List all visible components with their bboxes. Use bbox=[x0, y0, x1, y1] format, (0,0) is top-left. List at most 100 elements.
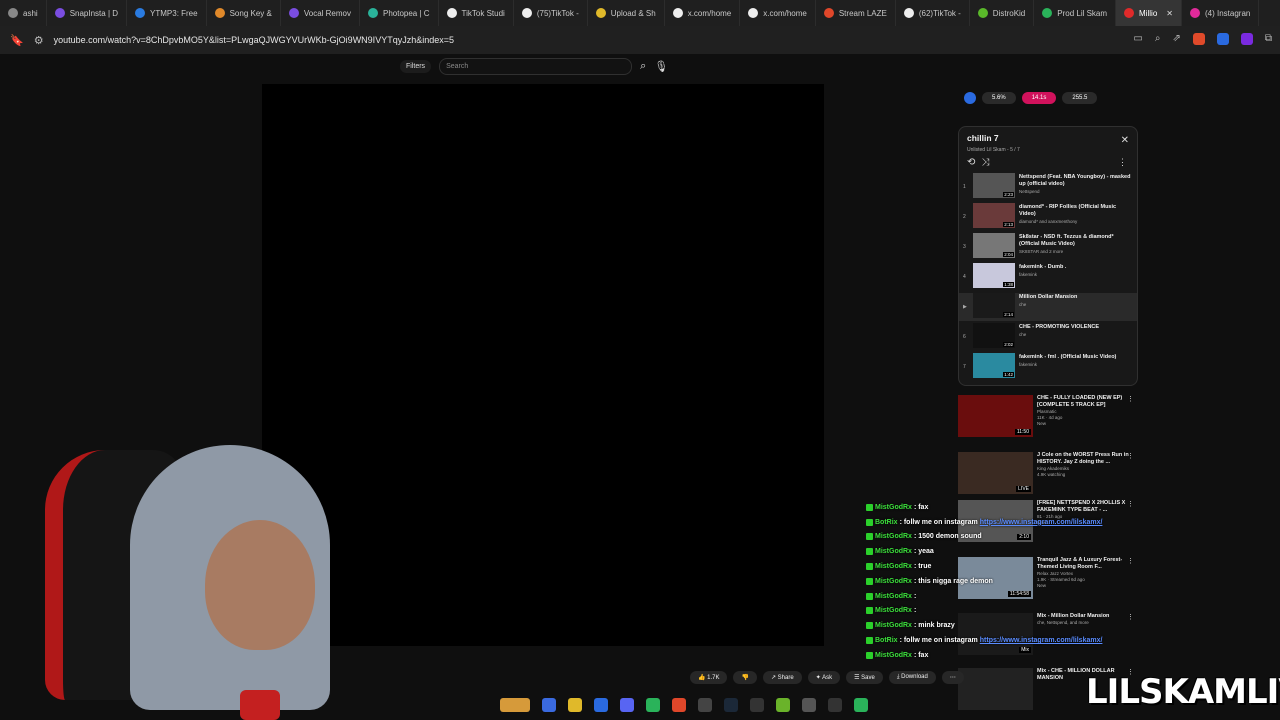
chat-link[interactable]: https://www.instagram.com/lilskamx/ bbox=[980, 637, 1103, 644]
store-icon[interactable] bbox=[594, 698, 608, 712]
taskbar-app-icon[interactable] bbox=[500, 698, 530, 712]
taskbar-app-icon[interactable] bbox=[698, 698, 712, 712]
stream-watermark: LILSKAMLIVE bbox=[1086, 672, 1280, 712]
bookmark-icon[interactable]: 🔖 bbox=[10, 34, 24, 47]
playlist-item[interactable]: 2 2:13 diamond* - RIP Follies (Official Mu… bbox=[959, 203, 1137, 231]
tab-favicon-icon bbox=[672, 8, 683, 18]
video-title[interactable]: J Cole on the WORST Press Run in HISTORY… bbox=[1037, 452, 1129, 478]
playlist-item[interactable]: 3 2:04 Sk8star - NSD ft. Tezzus & diamond*… bbox=[959, 233, 1137, 261]
more-actions-icon[interactable]: ⋯ bbox=[941, 671, 964, 684]
close-icon[interactable]: ✕ bbox=[1121, 135, 1129, 146]
browser-tab[interactable]: TikTok Studi bbox=[439, 0, 514, 26]
steam-icon[interactable] bbox=[724, 698, 738, 712]
loop-icon[interactable]: ⟲ bbox=[967, 157, 981, 168]
zoom-icon[interactable]: ⌕ bbox=[1155, 33, 1161, 45]
more-options-icon[interactable]: ⋮ bbox=[1127, 452, 1134, 460]
save-button[interactable]: ☰ Save bbox=[846, 671, 883, 684]
brave-shield-icon[interactable] bbox=[1192, 33, 1205, 45]
cast-icon[interactable]: ▭ bbox=[1133, 33, 1142, 45]
download-button[interactable]: ⤓ Download bbox=[888, 671, 936, 684]
search-icon[interactable]: ⌕ bbox=[640, 60, 646, 73]
browser-tab[interactable]: Song Key & bbox=[207, 0, 281, 26]
playlist-item-index: 7 bbox=[963, 364, 966, 370]
browser-tab[interactable]: (4) Instagran bbox=[1182, 0, 1260, 26]
playlist-item[interactable]: 6 2:02 CHE - PROMOTING VIOLENCE che bbox=[959, 323, 1137, 351]
new-badge: New bbox=[1037, 421, 1047, 426]
browser-tab[interactable]: Photopea | C bbox=[360, 0, 439, 26]
video-thumbnail[interactable]: LIVE bbox=[958, 452, 1033, 494]
like-button[interactable]: 👍 1.7K bbox=[690, 671, 728, 684]
video-thumbnail[interactable] bbox=[958, 668, 1033, 710]
playlist-item[interactable]: 7 1:42 fakemink - fml . (Official Music Vi… bbox=[959, 353, 1137, 381]
tab-favicon-icon bbox=[288, 8, 299, 18]
browser-tab[interactable]: ashi bbox=[0, 0, 47, 26]
browser-tab[interactable]: Stream LAZE bbox=[816, 0, 896, 26]
recommended-video[interactable]: LIVE J Cole on the WORST Press Run in HIS… bbox=[958, 452, 1138, 500]
brave-icon[interactable] bbox=[672, 698, 686, 712]
browser-tab[interactable]: x.com/home bbox=[740, 0, 816, 26]
browser-tab[interactable]: Prod Lil Skam bbox=[1034, 0, 1117, 26]
dislike-button[interactable]: 👎 bbox=[733, 671, 757, 684]
playlist-item-thumbnail[interactable]: 2:04 bbox=[973, 233, 1015, 258]
playlist-item-title[interactable]: CHE - PROMOTING VIOLENCE che bbox=[1019, 324, 1134, 338]
shuffle-icon[interactable]: ⤨ bbox=[981, 157, 995, 168]
search-input[interactable]: Search bbox=[439, 57, 633, 75]
playlist-item[interactable]: ▶ 2:14 Million Dollar Mansion che bbox=[959, 293, 1137, 321]
browser-tab[interactable]: (62)TikTok - bbox=[896, 0, 970, 26]
browser-tab[interactable]: Upload & Sh bbox=[588, 0, 665, 26]
more-options-icon[interactable]: ⋮ bbox=[1118, 157, 1127, 168]
browser-tab[interactable]: DistroKid bbox=[970, 0, 1035, 26]
playlist-item-title[interactable]: diamond* - RIP Follies (Official Music V… bbox=[1019, 204, 1134, 225]
recommended-video[interactable]: 11:50 CHE - FULLY LOADED (NEW EP) [COMPLE… bbox=[958, 395, 1138, 443]
url-field[interactable]: youtube.com/watch?v=8ChDpvbMO5Y&list=PLw… bbox=[54, 35, 454, 45]
video-actions: 👍 1.7K 👎 ↗ Share ✦ Ask ☰ Save ⤓ Download… bbox=[690, 671, 964, 684]
close-tab-icon[interactable]: ✕ bbox=[1166, 9, 1173, 18]
taskbar-app-icon[interactable] bbox=[646, 698, 660, 712]
taskbar-app-icon[interactable] bbox=[542, 698, 556, 712]
ask-button[interactable]: ✦ Ask bbox=[807, 671, 841, 684]
more-options-icon[interactable]: ⋮ bbox=[1127, 395, 1134, 403]
playlist-item-thumbnail[interactable]: 1:38 bbox=[973, 263, 1015, 288]
browser-tab[interactable]: Millio ✕ bbox=[1116, 0, 1182, 26]
playlist-title[interactable]: chillin 7 bbox=[967, 133, 999, 143]
taskbar-app-icon[interactable] bbox=[854, 698, 868, 712]
playlist-item[interactable]: 1 2:23 Nettspend (Feat. NBA Youngboy) - ma… bbox=[959, 173, 1137, 201]
share-button[interactable]: ↗ Share bbox=[762, 671, 802, 684]
video-title[interactable]: CHE - FULLY LOADED (NEW EP) [COMPLETE 5 … bbox=[1037, 395, 1129, 427]
taskbar-app-icon[interactable] bbox=[802, 698, 816, 712]
playlist-item-thumbnail[interactable]: 2:14 bbox=[973, 293, 1015, 318]
browser-tab[interactable]: SnapInsta | D bbox=[47, 0, 128, 26]
filters-button[interactable]: Filters bbox=[400, 59, 432, 73]
taskbar-app-icon[interactable] bbox=[750, 698, 764, 712]
site-settings-icon[interactable]: ⚙ bbox=[34, 34, 44, 47]
youtube-search-row: Filters Search ⌕ 🎙 bbox=[400, 57, 668, 75]
playlist-item[interactable]: 4 1:38 fakemink - Dumb . fakemink bbox=[959, 263, 1137, 291]
playlist-item-thumbnail[interactable]: 2:23 bbox=[973, 173, 1015, 198]
playlist-item-title[interactable]: fakemink - Dumb . fakemink bbox=[1019, 264, 1134, 278]
taskbar-app-icon[interactable] bbox=[828, 698, 842, 712]
folder-icon[interactable] bbox=[568, 698, 582, 712]
playlist-item-thumbnail[interactable]: 1:42 bbox=[973, 353, 1015, 378]
browser-tab[interactable]: (75)TikTok - bbox=[514, 0, 588, 26]
extensions-puzzle-icon[interactable]: ⧉ bbox=[1265, 33, 1272, 45]
video-thumbnail[interactable]: 11:50 bbox=[958, 395, 1033, 437]
playlist-item-title[interactable]: Sk8star - NSD ft. Tezzus & diamond* (Off… bbox=[1019, 234, 1134, 255]
browser-tab[interactable]: YTMP3: Free bbox=[127, 0, 207, 26]
taskbar-app-icon[interactable] bbox=[776, 698, 790, 712]
chat-link[interactable]: https://www.instagram.com/lilskamx/ bbox=[980, 519, 1103, 526]
share-icon[interactable]: ⇗ bbox=[1172, 33, 1180, 45]
save-label: Save bbox=[861, 675, 875, 681]
playlist-item-title[interactable]: fakemink - fml . (Official Music Video) f… bbox=[1019, 354, 1134, 368]
extension-icon[interactable] bbox=[1240, 33, 1253, 45]
chat-message: MistGodRx: this nigga rage demon bbox=[866, 574, 1136, 589]
playlist-item-title[interactable]: Nettspend (Feat. NBA Youngboy) - masked … bbox=[1019, 174, 1134, 195]
browser-tab[interactable]: x.com/home bbox=[665, 0, 741, 26]
playlist-item-thumbnail[interactable]: 2:02 bbox=[973, 323, 1015, 348]
playlist-item-thumbnail[interactable]: 2:13 bbox=[973, 203, 1015, 228]
extension-icon[interactable] bbox=[1216, 33, 1229, 45]
tab-favicon-icon bbox=[595, 8, 606, 18]
playlist-item-title[interactable]: Million Dollar Mansion che bbox=[1019, 294, 1134, 308]
discord-icon[interactable] bbox=[620, 698, 634, 712]
browser-tab[interactable]: Vocal Remov bbox=[281, 0, 360, 26]
microphone-icon[interactable]: 🎙 bbox=[654, 60, 668, 73]
